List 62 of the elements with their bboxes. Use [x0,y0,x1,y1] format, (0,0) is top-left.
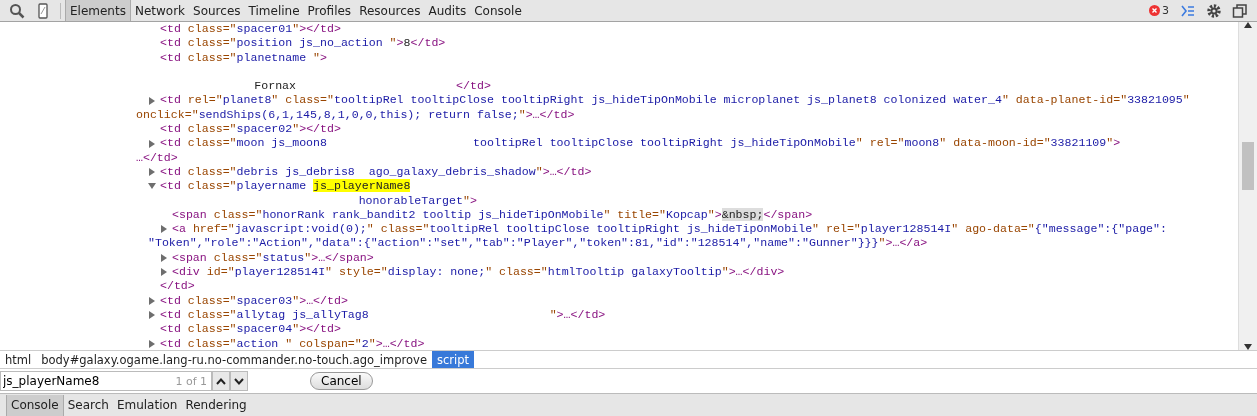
panel-tab[interactable]: Audits [424,0,471,21]
dock-window-icon[interactable] [1232,2,1248,19]
panel-tab[interactable]: Elements [65,0,131,21]
code-line: <td class="spacer03">…</td> [160,293,348,308]
code-line: <td class="position js_no_action ">8</td> [160,36,446,51]
scrollbar[interactable] [1238,22,1257,350]
code-line: Fornax </td> [253,79,491,93]
code-line: <td class="spacer01"></td> [160,22,341,37]
drawer-tab[interactable]: Emulation [112,394,182,416]
scroll-down-arrow-icon[interactable] [1244,344,1252,350]
panel-tab[interactable]: Timeline [244,0,304,21]
scrollbar-thumb[interactable] [1242,142,1254,190]
settings-icon[interactable] [1206,2,1222,19]
breadcrumb[interactable]: html [0,351,37,368]
chevron-up-icon [216,377,226,385]
code-line: </td> [160,279,195,294]
drawer-tab[interactable]: Search [63,394,113,416]
code-line: <td class="moon js_moon8 tooltipRel tooltipClose tooltipRight js_hideTipOnMobile" rel="moon8" data-moon-id="33821109"> [160,136,1121,151]
panel-tab[interactable]: Console [470,0,526,21]
panel-tab[interactable]: Sources [189,0,245,21]
panel-tab[interactable]: Network [130,0,190,21]
search-icon[interactable] [9,2,25,19]
disclosure-triangle-icon[interactable] [148,296,156,305]
disclosure-triangle-icon[interactable] [160,268,168,277]
error-icon [1149,5,1160,16]
cancel-button[interactable]: Cancel [310,372,373,390]
code-line: <a href="javascript:void(0);" class="tooltipRel tooltipClose tooltipRight js_hideTipOnMobile" rel="player128514I" ago-data="{"message":{"page": [172,222,1167,237]
panel-tab[interactable]: Profiles [303,0,356,21]
scroll-up-arrow-icon[interactable] [1244,22,1252,28]
disclosure-triangle-icon[interactable] [148,311,156,320]
code-line: <td class="spacer02"></td> [160,122,341,137]
disclosure-triangle-icon[interactable] [160,225,168,234]
code-line: "Token","role":"Action","data":{"action":"set","tab":"Player","token":81,"id":"128514","name":"Gunner"}}}">…</a> [148,236,928,250]
disclosure-triangle-icon[interactable] [148,339,156,348]
code-line: <td class="debris js_debris8 ago_galaxy_debris_shadow">…</td> [160,164,592,180]
next-match-button[interactable] [230,371,248,391]
disclosure-triangle-icon[interactable] [148,139,156,148]
code-line: <div id="player128514I" style="display: none;" class="htmlTooltip galaxyTooltip">…</div> [172,265,785,280]
code-line: <td class="action " colspan="2">…</td> [160,336,425,350]
disclosure-triangle-icon[interactable] [148,96,156,105]
code-line: <td class="planetname "> [160,50,327,65]
code-line: honorableTarget"> [357,193,477,207]
code-line: onclick="sendShips(6,1,145,8,1,0,0,this); return false;">…</td> [136,107,575,121]
drawer-tab[interactable]: Console [6,394,64,416]
code-line: <td class="spacer04"></td> [160,322,341,337]
disclosure-triangle-icon[interactable] [148,168,156,177]
error-count-badge[interactable]: 3 [1143,4,1175,17]
code-line: <span class="honorRank rank_bandit2 tooltip js_hideTipOnMobile" title="Kopcap">&nbsp;</span> [172,207,813,223]
code-line: <span class="status">…</span> [172,250,374,266]
drawer-tab[interactable]: Rendering [181,394,251,416]
breadcrumb[interactable]: body#galaxy.ogame.lang-ru.no-commander.no-touch.ago_improve [36,351,432,368]
panel-tab[interactable]: Resources [355,0,425,21]
disclosure-triangle-icon[interactable] [148,182,156,191]
previous-match-button[interactable] [212,371,230,391]
phone-icon[interactable] [35,2,51,19]
code-line: …</td> [136,150,178,164]
disclosure-triangle-icon[interactable] [160,253,168,262]
code-line: <td rel="planet8" class="tooltipRel tooltipClose tooltipRight js_hideTipOnMobile microplanet js_planet8 colonized water_4" data-planet-id="33821095" [160,93,1190,108]
code-line: <td class="allytag js_allyTag8 ">…</td> [160,307,606,323]
chevron-down-icon [234,377,244,385]
code-line: <td class="playername js_playerName8 [160,179,411,194]
breadcrumb[interactable]: script [431,351,474,368]
